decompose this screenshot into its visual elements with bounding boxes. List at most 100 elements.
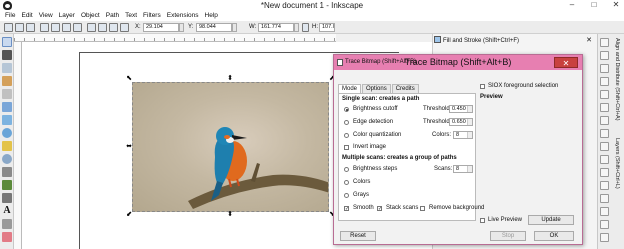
smooth-label: Smooth bbox=[353, 205, 374, 211]
stop-button[interactable]: Stop bbox=[490, 231, 526, 241]
kingfisher-bitmap[interactable] bbox=[132, 82, 329, 212]
invert-image-checkbox[interactable] bbox=[344, 145, 349, 150]
brightness-steps-radio[interactable] bbox=[344, 167, 349, 172]
zoom-selection-icon[interactable] bbox=[600, 168, 609, 177]
tab-options[interactable]: Options bbox=[362, 84, 391, 93]
lower-to-bottom-icon[interactable] bbox=[120, 23, 129, 32]
scale-handle-left[interactable]: ⬌ bbox=[126, 143, 132, 150]
y-input[interactable]: 98.044 bbox=[196, 23, 232, 32]
edge-detection-radio[interactable] bbox=[344, 120, 349, 125]
width-input[interactable]: 161.774 bbox=[258, 23, 294, 32]
tab-mode[interactable]: Mode bbox=[338, 84, 362, 93]
star-tool-icon[interactable] bbox=[2, 141, 12, 151]
align-distribute-tab[interactable]: Align and Distribute (Shift+Ctrl+A) bbox=[612, 38, 622, 134]
dock-close-icon[interactable]: ✕ bbox=[586, 36, 592, 46]
scale-handle-top[interactable]: ⬍ bbox=[227, 75, 233, 82]
3d-box-tool-icon[interactable] bbox=[2, 115, 12, 125]
y-spinner[interactable] bbox=[232, 23, 237, 32]
menu-object[interactable]: Object bbox=[81, 11, 100, 21]
rotate-cw-icon[interactable] bbox=[51, 23, 60, 32]
flip-horizontal-icon[interactable] bbox=[62, 23, 71, 32]
zoom-drawing-icon[interactable] bbox=[600, 181, 609, 190]
tab-credits[interactable]: Credits bbox=[391, 84, 419, 93]
height-input[interactable]: 107.049 bbox=[319, 23, 335, 32]
x-spinner[interactable] bbox=[179, 23, 184, 32]
lower-icon[interactable] bbox=[109, 23, 118, 32]
menu-help[interactable]: Help bbox=[205, 11, 218, 21]
menu-extensions[interactable]: Extensions bbox=[167, 11, 199, 21]
live-preview-checkbox[interactable] bbox=[480, 218, 485, 223]
layers-tab[interactable]: Layers (Shift+Ctrl+L) bbox=[612, 138, 622, 208]
rotate-ccw-icon[interactable] bbox=[40, 23, 49, 32]
siox-checkbox[interactable] bbox=[480, 84, 485, 89]
color-quantization-radio[interactable] bbox=[344, 133, 349, 138]
stack-scans-checkbox[interactable] bbox=[377, 206, 382, 211]
width-spinner[interactable] bbox=[294, 23, 299, 32]
scale-handle-bottom[interactable]: ⬍ bbox=[227, 211, 233, 218]
flip-vertical-icon[interactable] bbox=[73, 23, 82, 32]
pencil-tool-icon[interactable] bbox=[2, 167, 12, 177]
zoom-tool-icon[interactable] bbox=[2, 76, 12, 86]
menu-file[interactable]: File bbox=[5, 11, 15, 21]
dialog-titlebar: Trace Bitmap (Shift+Alt+B) Trace Bitmap … bbox=[334, 55, 582, 70]
ellipse-tool-icon[interactable] bbox=[2, 128, 12, 138]
deselect-icon[interactable] bbox=[26, 23, 35, 32]
menu-filters[interactable]: Filters bbox=[143, 11, 161, 21]
scale-handle-top-left[interactable]: ⬉ bbox=[126, 75, 132, 82]
minimize-button[interactable]: – bbox=[566, 0, 578, 9]
spray-tool-icon[interactable] bbox=[2, 219, 12, 229]
menu-path[interactable]: Path bbox=[106, 11, 119, 21]
clone-icon[interactable] bbox=[600, 220, 609, 229]
colors-radio[interactable] bbox=[344, 180, 349, 185]
redo-icon[interactable] bbox=[600, 129, 609, 138]
rectangle-tool-icon[interactable] bbox=[2, 102, 12, 112]
save-icon[interactable] bbox=[600, 64, 609, 73]
update-button[interactable]: Update bbox=[528, 215, 574, 225]
grays-radio[interactable] bbox=[344, 193, 349, 198]
spiral-tool-icon[interactable] bbox=[2, 154, 12, 164]
zoom-page-icon[interactable] bbox=[600, 194, 609, 203]
new-document-icon[interactable] bbox=[600, 38, 609, 47]
paste-icon[interactable] bbox=[600, 155, 609, 164]
open-icon[interactable] bbox=[600, 51, 609, 60]
remove-background-checkbox[interactable] bbox=[420, 206, 425, 211]
scans-input[interactable]: 8 bbox=[453, 165, 473, 173]
threshold-input-2[interactable]: 0.650 bbox=[449, 118, 473, 126]
raise-icon[interactable] bbox=[98, 23, 107, 32]
ok-button[interactable]: OK bbox=[534, 231, 574, 241]
colors-input[interactable]: 8 bbox=[453, 131, 473, 139]
menu-edit[interactable]: Edit bbox=[21, 11, 32, 21]
selector-tool-icon[interactable] bbox=[2, 37, 12, 47]
scale-handle-bottom-left[interactable]: ⬋ bbox=[126, 211, 132, 218]
text-tool-icon[interactable]: A bbox=[2, 206, 12, 216]
smooth-checkbox[interactable] bbox=[344, 206, 349, 211]
undo-icon[interactable] bbox=[600, 116, 609, 125]
reset-button[interactable]: Reset bbox=[340, 231, 376, 241]
pen-tool-icon[interactable] bbox=[2, 180, 12, 190]
select-all-icon[interactable] bbox=[4, 23, 13, 32]
print-icon[interactable] bbox=[600, 77, 609, 86]
tweak-tool-icon[interactable] bbox=[2, 63, 12, 73]
close-window-button[interactable]: ✕ bbox=[610, 0, 622, 9]
import-icon[interactable] bbox=[600, 90, 609, 99]
raise-to-top-icon[interactable] bbox=[87, 23, 96, 32]
maximize-button[interactable]: □ bbox=[588, 0, 600, 9]
menu-layer[interactable]: Layer bbox=[59, 11, 75, 21]
eraser-tool-icon[interactable] bbox=[2, 232, 12, 242]
calligraphy-tool-icon[interactable] bbox=[2, 193, 12, 203]
export-icon[interactable] bbox=[600, 103, 609, 112]
duplicate-icon[interactable] bbox=[600, 207, 609, 216]
measure-tool-icon[interactable] bbox=[2, 89, 12, 99]
menu-view[interactable]: View bbox=[39, 11, 53, 21]
group-icon[interactable] bbox=[600, 233, 609, 242]
dialog-close-button[interactable]: ✕ bbox=[554, 57, 578, 68]
menu-text[interactable]: Text bbox=[125, 11, 137, 21]
lock-ratio-icon[interactable] bbox=[302, 23, 309, 32]
threshold-input-1[interactable]: 0.450 bbox=[449, 105, 473, 113]
x-input[interactable]: 29.104 bbox=[143, 23, 179, 32]
copy-icon[interactable] bbox=[600, 142, 609, 151]
node-tool-icon[interactable] bbox=[2, 50, 12, 60]
select-all-layers-icon[interactable] bbox=[15, 23, 24, 32]
fill-stroke-dock-header[interactable]: Fill and Stroke (Shift+Ctrl+F) ✕ bbox=[434, 36, 596, 46]
brightness-cutoff-radio[interactable] bbox=[344, 107, 349, 112]
